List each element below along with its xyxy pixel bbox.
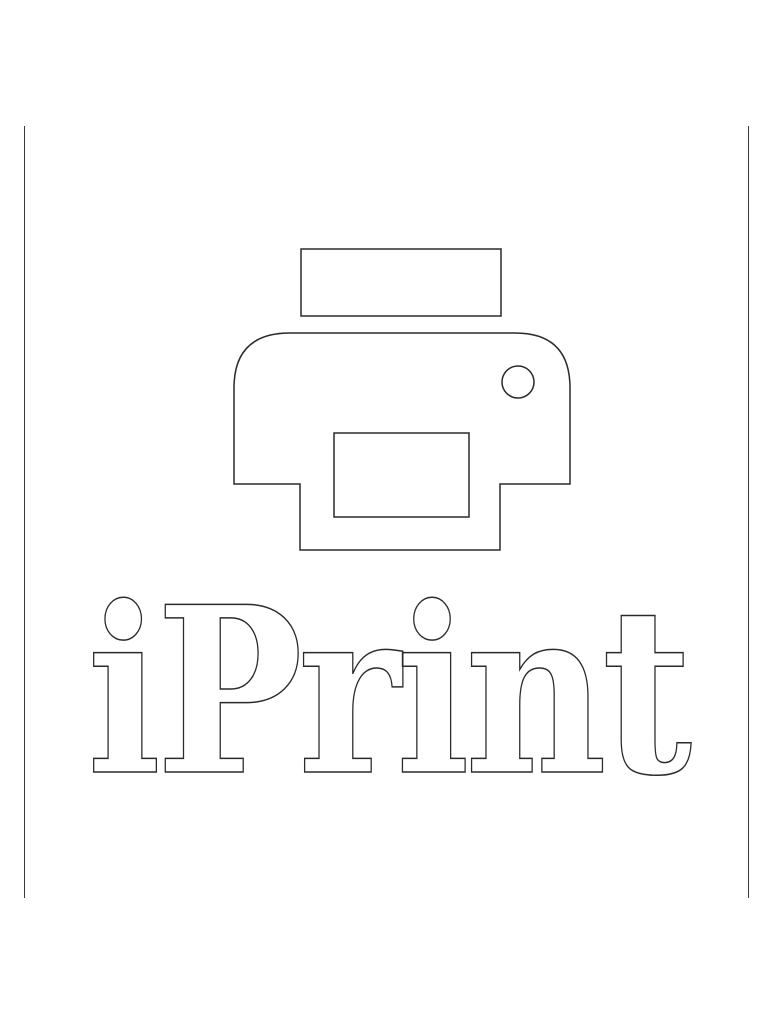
- wordmark: iPrint: [87, 557, 692, 827]
- logo: iPrint: [86, 248, 699, 828]
- page: iPrint: [0, 0, 774, 1024]
- printer-status-light-icon: [501, 365, 535, 399]
- printer-paper-tray: [300, 248, 502, 317]
- printer-output-slot: [333, 432, 470, 518]
- printer-icon: [233, 248, 571, 551]
